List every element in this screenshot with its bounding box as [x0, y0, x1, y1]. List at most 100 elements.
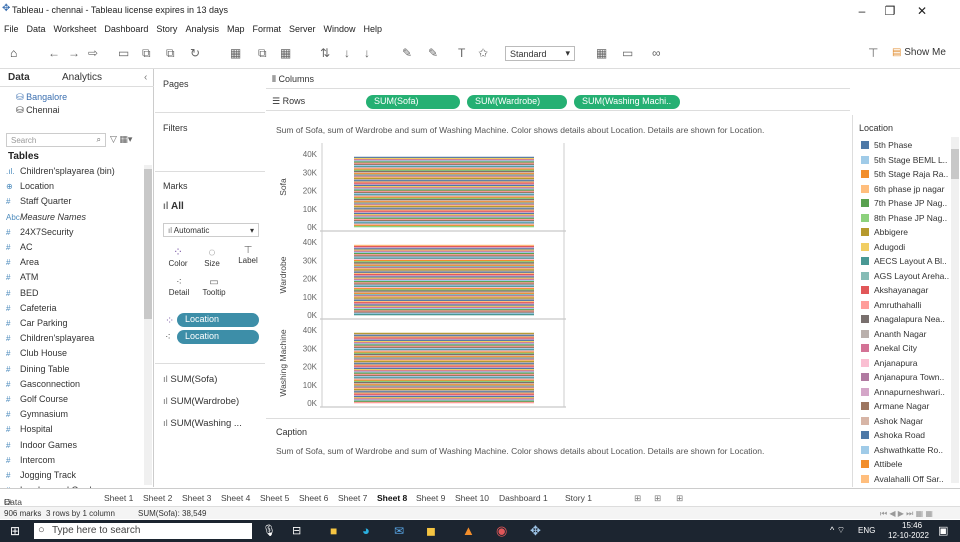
measure-wardrobe[interactable]: ıl SUM(Wardrobe) — [163, 396, 239, 407]
restore-icon[interactable]: ❐ — [880, 4, 900, 18]
sheet-tab[interactable]: Sheet 5 — [260, 493, 289, 503]
legend-item[interactable]: Ananth Nagar — [861, 329, 953, 339]
tab-data[interactable]: Data — [8, 72, 30, 83]
menu-story[interactable]: Story — [156, 24, 177, 34]
sheet-tab[interactable]: Sheet 6 — [299, 493, 328, 503]
sheet-tab[interactable]: Story 1 — [565, 493, 592, 503]
search-input[interactable]: Search ⌕ — [6, 133, 106, 147]
field-item[interactable]: # Intercom — [6, 455, 55, 465]
menu-data[interactable]: Data — [27, 24, 46, 34]
swap-icon[interactable]: ⇅ — [320, 46, 330, 60]
collapse-icon[interactable]: ‹ — [144, 72, 147, 83]
legend-item[interactable]: AGS Layout Areha.. — [861, 271, 953, 281]
menu-help[interactable]: Help — [364, 24, 383, 34]
measure-sofa[interactable]: ıl SUM(Sofa) — [163, 374, 217, 385]
legend-item[interactable]: Annapurneshwari.. — [861, 387, 953, 397]
legend-item[interactable]: Anjanapura — [861, 358, 953, 368]
menu-server[interactable]: Server — [289, 24, 316, 34]
pin-icon[interactable]: ✩ — [478, 46, 488, 60]
notification-icon[interactable]: ▣ — [938, 524, 948, 537]
scrollbar[interactable] — [144, 165, 152, 485]
sheet-tab[interactable]: Dashboard 1 — [499, 493, 548, 503]
clear-sheet-icon[interactable]: ▦ — [280, 46, 291, 60]
field-item[interactable]: # Gasconnection — [6, 379, 80, 389]
size-button[interactable]: ◌ Size — [201, 245, 223, 268]
menu-analysis[interactable]: Analysis — [185, 24, 219, 34]
legend-item[interactable]: Armane Nagar — [861, 401, 953, 411]
sheet-tab[interactable]: Sheet 7 — [338, 493, 367, 503]
columns-shelf[interactable]: ⦀ Columns — [266, 69, 850, 89]
menu-dashboard[interactable]: Dashboard — [104, 24, 148, 34]
refresh-icon[interactable]: ↻ — [190, 46, 200, 60]
field-item[interactable]: # Hospital — [6, 424, 53, 434]
view-size-select[interactable]: Standard ▾ — [505, 46, 575, 61]
sheet-tab[interactable]: Sheet 9 — [416, 493, 445, 503]
location-color-pill[interactable]: Location — [177, 313, 259, 327]
field-item[interactable]: # Staff Quarter — [6, 196, 71, 206]
legend-item[interactable]: 5th Phase — [861, 140, 953, 150]
field-item[interactable]: # Car Parking — [6, 318, 68, 328]
legend-item[interactable]: 5th Stage Raja Ra.. — [861, 169, 953, 179]
lang-label[interactable]: ENG — [858, 526, 875, 535]
menu-worksheet[interactable]: Worksheet — [54, 24, 97, 34]
measure-washing[interactable]: ıl SUM(Washing ... — [163, 418, 242, 429]
legend-item[interactable]: 8th Phase JP Nag.. — [861, 213, 953, 223]
rows-pill-washing[interactable]: SUM(Washing Machi.. — [574, 95, 680, 109]
clock-time[interactable]: 15:46 — [902, 521, 922, 530]
windows-icon[interactable]: ⊞ — [10, 524, 20, 538]
new-sheet-icon[interactable]: ⊞ — [634, 493, 641, 504]
detail-button[interactable]: ⁖ Detail — [167, 277, 191, 297]
legend-item[interactable]: Anekal City — [861, 343, 953, 353]
home-icon[interactable]: ⌂ — [10, 46, 17, 60]
field-item[interactable]: # Gymnasium — [6, 409, 68, 419]
legend-item[interactable]: Abbigere — [861, 227, 953, 237]
annotate-icon[interactable]: ✎ — [428, 46, 438, 60]
mark-type-select[interactable]: ıl Automatic ▾ — [163, 223, 259, 237]
field-item[interactable]: #24X7Security — [6, 227, 74, 237]
field-item[interactable]: AbcMeasure Names — [6, 212, 86, 222]
back-icon[interactable]: ← — [48, 46, 60, 60]
menu-format[interactable]: Format — [252, 24, 281, 34]
location-detail-pill[interactable]: Location — [177, 330, 259, 344]
rows-pill-wardrobe[interactable]: SUM(Wardrobe) — [467, 95, 567, 109]
field-item[interactable]: # AC — [6, 242, 33, 252]
rows-pill-sofa[interactable]: SUM(Sofa) — [366, 95, 460, 109]
tray-icon[interactable]: ^ ⌔ — [830, 525, 845, 536]
field-item[interactable]: # Children'splayarea — [6, 333, 94, 343]
mail-icon[interactable]: ✉ — [394, 524, 404, 538]
legend-item[interactable]: Adugodi — [861, 242, 953, 252]
legend-item[interactable]: Anagalapura Nea.. — [861, 314, 953, 324]
field-item[interactable]: # Club House — [6, 348, 67, 358]
field-item[interactable]: # Area — [6, 257, 39, 267]
marks-all[interactable]: ıl All — [163, 201, 184, 212]
new-worksheet-icon[interactable]: ▦ — [230, 46, 241, 60]
new-datasource-icon[interactable]: ⧉ — [142, 46, 151, 60]
show-me-button[interactable]: ▤ Show Me — [892, 47, 946, 58]
tableau-icon[interactable]: ✥ — [530, 523, 541, 539]
scrollbar-thumb[interactable] — [951, 149, 959, 179]
forward-icon[interactable]: → — [68, 46, 80, 60]
new-dashboard-icon[interactable]: ⊞ — [654, 493, 661, 504]
taskview-icon[interactable]: ⊟ — [292, 524, 301, 537]
pin-icon[interactable]: ⊤ — [868, 46, 878, 60]
menu-window[interactable]: Window — [324, 24, 356, 34]
duplicate-icon[interactable]: ⧉ — [258, 46, 267, 60]
field-item[interactable]: # ATM — [6, 272, 38, 282]
menu-file[interactable]: File — [4, 24, 19, 34]
sheet-tab[interactable]: Sheet 3 — [182, 493, 211, 503]
edge-icon[interactable]: ◕ — [362, 523, 370, 538]
sheet-tab[interactable]: Sheet 8 — [377, 493, 407, 503]
save-icon[interactable]: ▭ — [118, 46, 129, 60]
sheet-tab[interactable]: Sheet 2 — [143, 493, 172, 503]
vlc-icon[interactable]: ▲ — [462, 523, 475, 538]
share-icon[interactable]: ∞ — [652, 46, 661, 60]
legend-item[interactable]: Attibele — [861, 459, 953, 469]
tooltip-button[interactable]: ▭ Tooltip — [199, 277, 229, 297]
sheet-tab[interactable]: Sheet 4 — [221, 493, 250, 503]
chrome-icon[interactable]: ◉ — [496, 523, 507, 539]
legend-item[interactable]: Avalahalli Off Sar.. — [861, 474, 953, 484]
sheet-tab[interactable]: Sheet 1 — [104, 493, 133, 503]
sheet-tab[interactable]: Sheet 10 — [455, 493, 489, 503]
label-button[interactable]: ⊤ Label — [235, 245, 261, 265]
filter-icon[interactable]: ▽ ▦▾ — [110, 134, 132, 145]
